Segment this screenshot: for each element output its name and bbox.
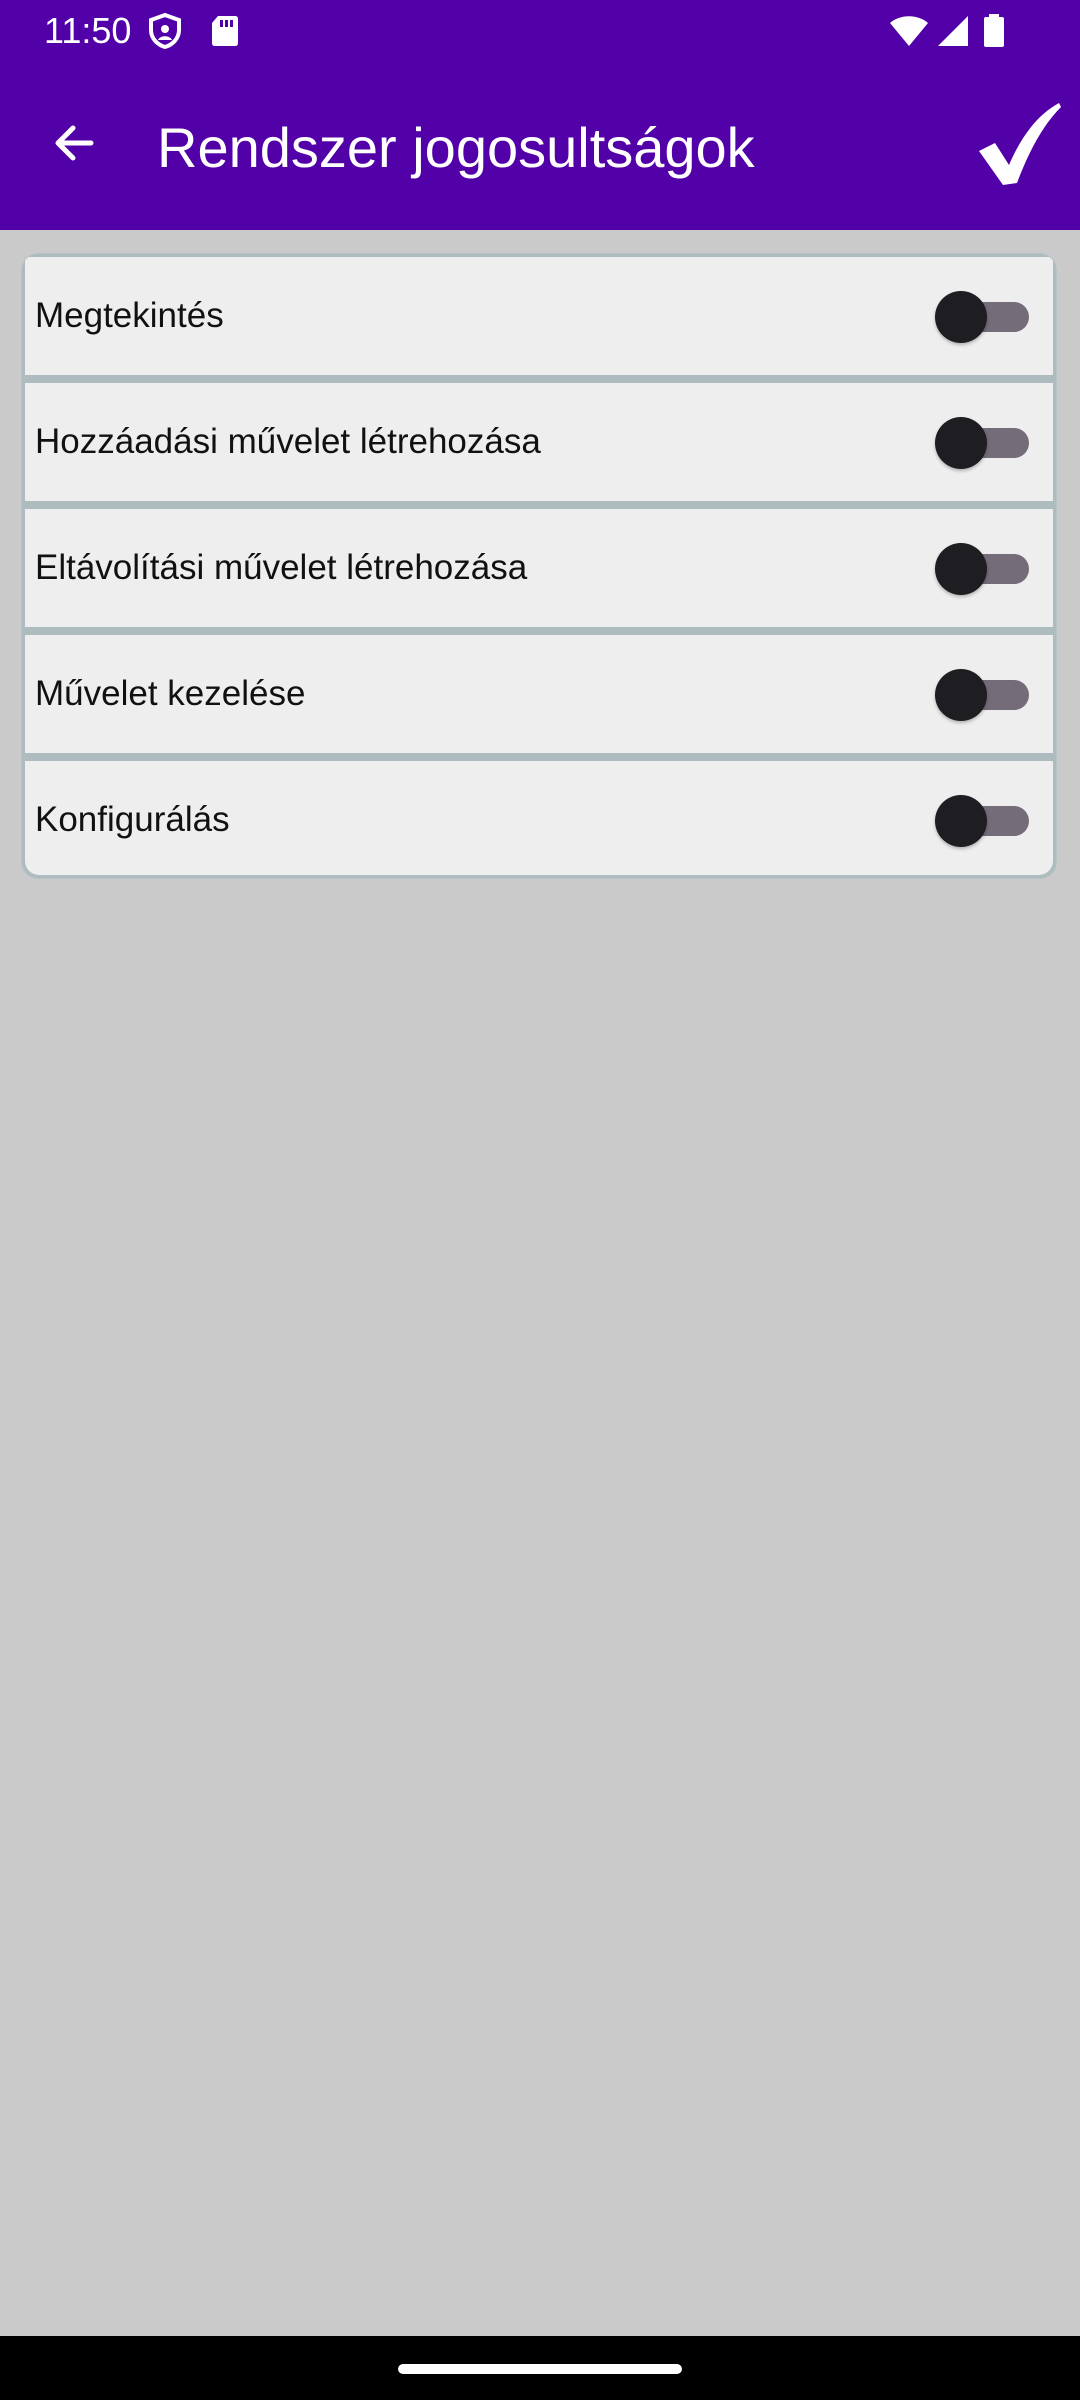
create-remove-operation-toggle[interactable]: [935, 543, 1045, 595]
arrow-left-icon: [49, 119, 97, 172]
permission-label: Megtekintés: [35, 296, 224, 335]
battery-icon: [980, 12, 1008, 50]
cellular-signal-icon: [934, 12, 972, 50]
back-button[interactable]: [40, 112, 106, 178]
permission-label: Hozzáadási művelet létrehozása: [35, 422, 541, 461]
permission-row-create-add-operation[interactable]: Hozzáadási művelet létrehozása: [25, 383, 1053, 501]
confirm-button[interactable]: [968, 96, 1068, 196]
permission-label: Művelet kezelése: [35, 674, 306, 713]
page-title: Rendszer jogosultságok: [157, 116, 755, 179]
checkmark-icon: [973, 99, 1063, 194]
permission-row-view[interactable]: Megtekintés: [25, 257, 1053, 375]
wifi-icon: [888, 12, 930, 50]
switch-thumb: [935, 669, 987, 721]
status-time: 11:50: [44, 10, 132, 51]
permission-label: Eltávolítási művelet létrehozása: [35, 548, 528, 587]
view-toggle[interactable]: [935, 291, 1045, 343]
home-gesture-handle[interactable]: [398, 2364, 682, 2374]
create-add-operation-toggle[interactable]: [935, 417, 1045, 469]
shield-icon: [146, 12, 184, 50]
switch-thumb: [935, 543, 987, 595]
navigation-bar: [0, 2336, 1080, 2400]
sd-card-icon: [206, 12, 244, 50]
app-bar: 11:50 Rendszer jogosultságok: [0, 0, 1080, 230]
permission-label: Konfigurálás: [35, 800, 230, 839]
permission-row-create-remove-operation[interactable]: Eltávolítási művelet létrehozása: [25, 509, 1053, 627]
manage-operation-toggle[interactable]: [935, 669, 1045, 721]
switch-thumb: [935, 417, 987, 469]
permission-row-manage-operation[interactable]: Művelet kezelése: [25, 635, 1053, 753]
permissions-list: Megtekintés Hozzáadási művelet létrehozá…: [22, 254, 1056, 878]
switch-thumb: [935, 291, 987, 343]
permission-row-configure[interactable]: Konfigurálás: [25, 761, 1053, 875]
status-bar: 11:50: [0, 0, 1080, 62]
configure-toggle[interactable]: [935, 795, 1045, 847]
switch-thumb: [935, 795, 987, 847]
